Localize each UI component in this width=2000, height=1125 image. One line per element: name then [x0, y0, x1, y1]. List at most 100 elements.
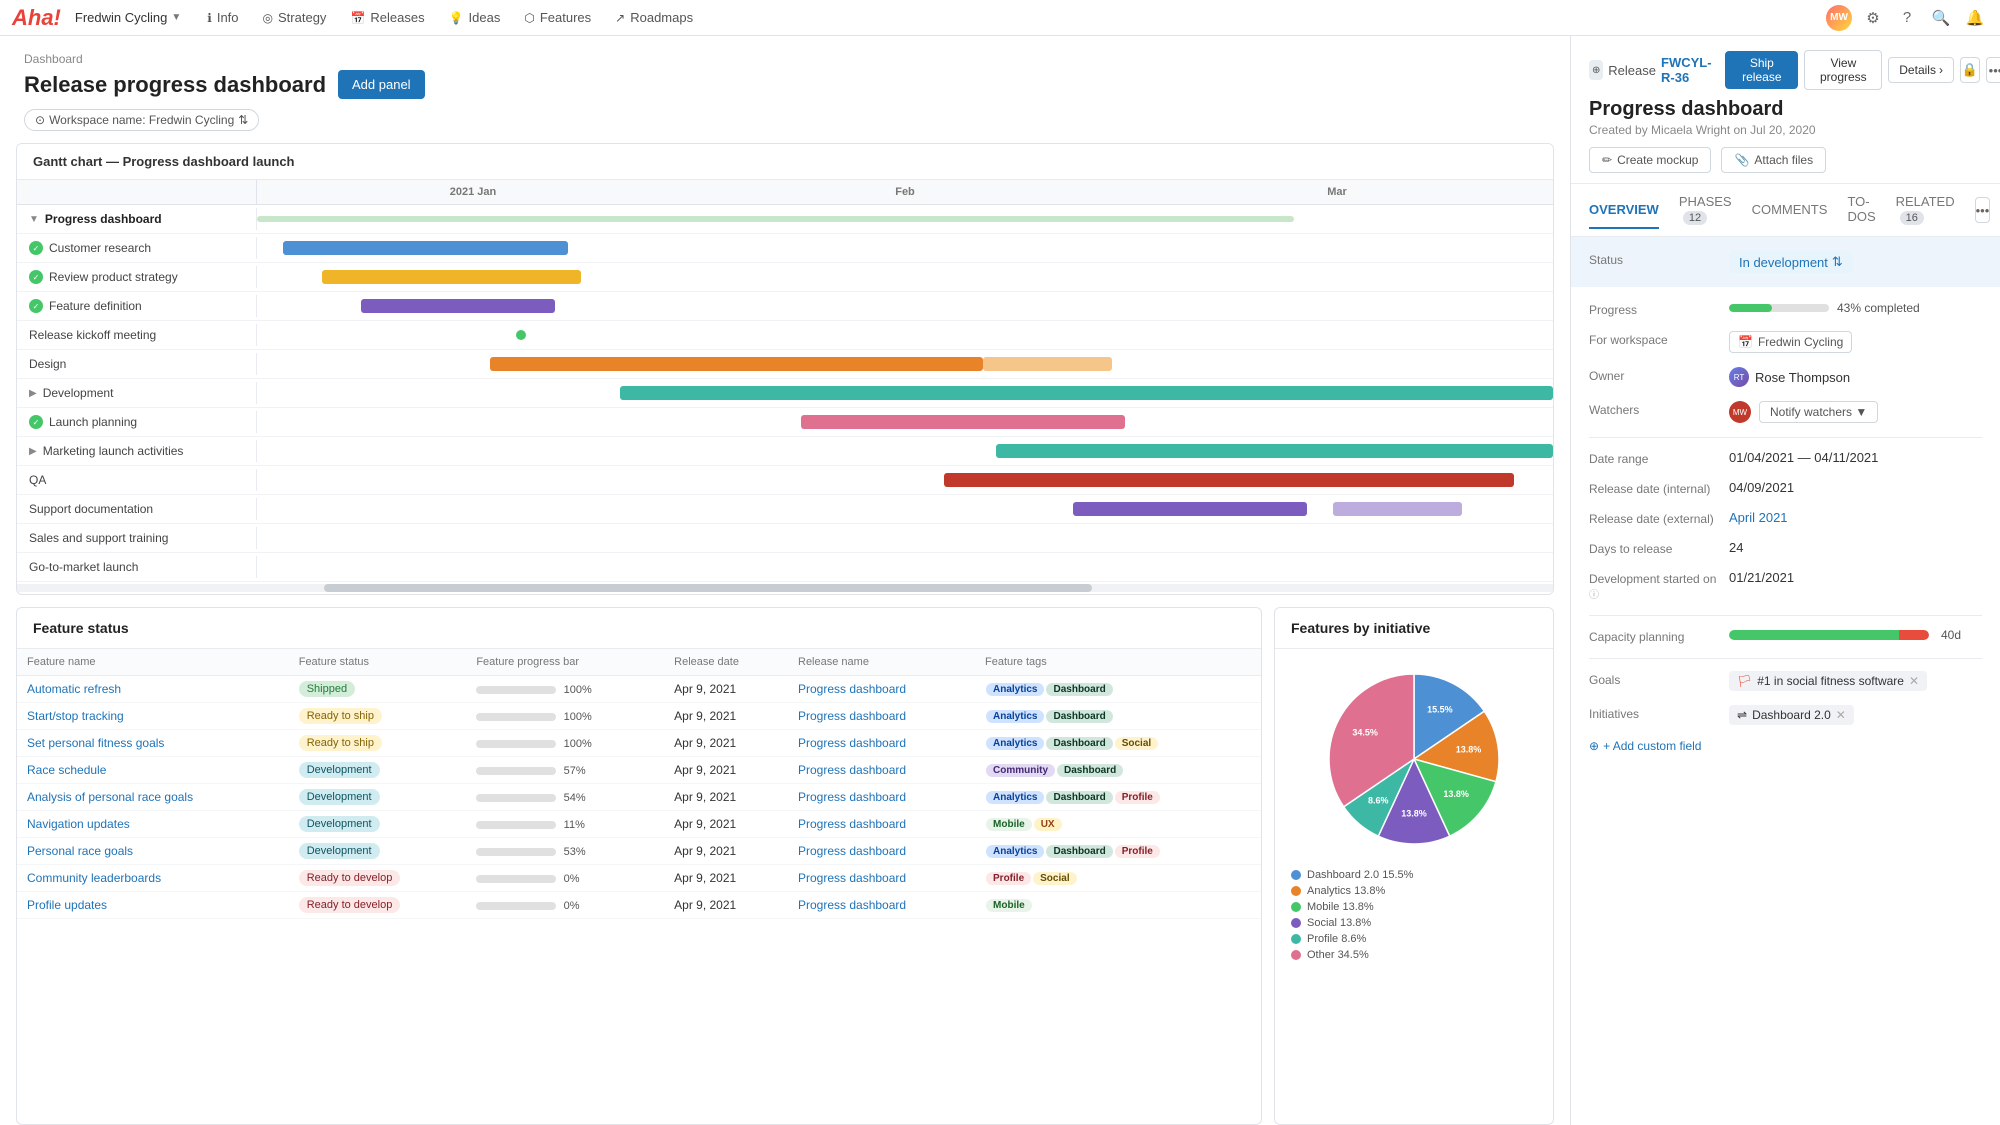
nav-item-info[interactable]: ℹ Info [195, 4, 250, 31]
tab-phases[interactable]: PHASES 12 [1679, 184, 1732, 236]
nav-item-roadmaps[interactable]: ↗ Roadmaps [603, 4, 705, 31]
release-name-link[interactable]: Progress dashboard [798, 709, 906, 723]
feature-name-link[interactable]: Community leaderboards [27, 871, 161, 885]
header-actions: Ship release View progress Details › 🔒 •… [1725, 50, 2000, 90]
release-name-link[interactable]: Progress dashboard [798, 844, 906, 858]
settings-icon[interactable]: ⚙ [1860, 5, 1886, 31]
feature-tag: Dashboard [1046, 791, 1112, 804]
feature-name-link[interactable]: Start/stop tracking [27, 709, 124, 723]
feature-name-link[interactable]: Profile updates [27, 898, 107, 912]
releases-icon: 📅 [350, 11, 365, 25]
help-icon[interactable]: ? [1894, 5, 1920, 31]
feature-tag: Dashboard [1046, 737, 1112, 750]
filter-chip-label: Workspace name: Fredwin Cycling [49, 113, 234, 127]
feature-name-link[interactable]: Personal race goals [27, 844, 133, 858]
release-id: FWCYL-R-36 [1661, 55, 1717, 85]
progress-bar-wrap [476, 794, 556, 802]
workspace-chip[interactable]: 📅 Fredwin Cycling [1729, 331, 1852, 353]
progress-label: Progress [1589, 301, 1729, 317]
gantt-scrollbar[interactable] [17, 584, 1553, 592]
release-name-link[interactable]: Progress dashboard [798, 736, 906, 750]
gantt-row-label: Design [17, 353, 257, 375]
gantt-bar-area [257, 437, 1553, 465]
more-tabs-icon[interactable]: ••• [1975, 197, 1991, 223]
gantt-month-mar: Mar [1121, 180, 1553, 204]
pie-label: 13.8% [1456, 744, 1482, 754]
gantt-bar-area [257, 524, 1553, 552]
user-avatar[interactable]: MW [1826, 5, 1852, 31]
feature-name-link[interactable]: Analysis of personal race goals [27, 790, 193, 804]
tab-overview[interactable]: OVERVIEW [1589, 192, 1659, 229]
view-progress-button[interactable]: View progress [1804, 50, 1882, 90]
gantt-bar [1073, 502, 1306, 516]
progress-row: Progress 43% completed [1589, 301, 1982, 317]
initiative-remove[interactable]: ✕ [1836, 708, 1846, 722]
attach-files-button[interactable]: 📎 Attach files [1721, 147, 1826, 173]
feature-name-link[interactable]: Race schedule [27, 763, 106, 777]
legend-label: Other 34.5% [1307, 949, 1369, 961]
release-name-link[interactable]: Progress dashboard [798, 871, 906, 885]
goal-tag[interactable]: 🏳 #1 in social fitness software ✕ [1729, 671, 1927, 691]
nav-item-releases[interactable]: 📅 Releases [338, 4, 436, 31]
tab-todos[interactable]: TO-DOS [1847, 184, 1875, 236]
tab-related[interactable]: RELATED 16 [1896, 184, 1955, 236]
feature-name-cell: Analysis of personal race goals [17, 784, 289, 811]
chevron-right-icon[interactable]: ▶ [29, 388, 37, 399]
release-name-link[interactable]: Progress dashboard [798, 898, 906, 912]
nav-item-strategy[interactable]: ◎ Strategy [251, 4, 339, 31]
nav-item-ideas[interactable]: 💡 Ideas [437, 4, 513, 31]
lock-icon[interactable]: 🔒 [1960, 57, 1980, 83]
ship-release-button[interactable]: Ship release [1725, 51, 1798, 89]
feature-name-link[interactable]: Navigation updates [27, 817, 130, 831]
release-meta: ⊕ Release FWCYL-R-36 Ship release View p… [1589, 50, 1982, 90]
feature-name-cell: Start/stop tracking [17, 703, 289, 730]
feature-name-link[interactable]: Automatic refresh [27, 682, 121, 696]
release-name-link[interactable]: Progress dashboard [798, 817, 906, 831]
notify-watchers-button[interactable]: Notify watchers ▼ [1759, 401, 1878, 423]
features-icon: ⬡ [524, 11, 534, 25]
status-badge: Ready to develop [299, 897, 401, 913]
feature-tag: Analytics [986, 710, 1044, 723]
release-name-link[interactable]: Progress dashboard [798, 790, 906, 804]
status-dropdown[interactable]: In development ⇅ [1729, 251, 1853, 273]
nav-item-features[interactable]: ⬡ Features [512, 4, 603, 31]
pie-label: 13.8% [1443, 789, 1469, 799]
tab-comments-label: COMMENTS [1752, 202, 1828, 217]
chevron-down-icon[interactable]: ▼ [29, 214, 39, 225]
release-name-link[interactable]: Progress dashboard [798, 682, 906, 696]
tab-comments[interactable]: COMMENTS [1752, 192, 1828, 229]
gantt-row-label: ✓ Launch planning [17, 411, 257, 433]
feature-name-cell: Set personal fitness goals [17, 730, 289, 757]
add-custom-field-button[interactable]: ⊕ + Add custom field [1589, 739, 1982, 753]
workspace-selector[interactable]: Fredwin Cycling ▼ [67, 6, 189, 29]
add-panel-button[interactable]: Add panel [338, 70, 425, 99]
gantt-bar-area [257, 350, 1553, 378]
nav-label-ideas: Ideas [469, 10, 501, 25]
tab-related-label: RELATED [1896, 194, 1955, 209]
gantt-row-text: Development [43, 386, 114, 400]
watchers-row: Watchers MW Notify watchers ▼ [1589, 401, 1982, 423]
release-name-cell: Progress dashboard [788, 757, 975, 784]
details-button[interactable]: Details › [1888, 57, 1954, 83]
search-icon[interactable]: 🔍 [1928, 5, 1954, 31]
gantt-row-label: Go-to-market launch [17, 556, 257, 578]
notifications-icon[interactable]: 🔔 [1962, 5, 1988, 31]
table-row: Community leaderboards Ready to develop … [17, 865, 1261, 892]
more-options-icon[interactable]: ••• [1986, 57, 2000, 83]
create-mockup-button[interactable]: ✏ Create mockup [1589, 147, 1711, 173]
status-badge: Shipped [299, 681, 355, 697]
feature-name-cell: Navigation updates [17, 811, 289, 838]
date-range-row: Date range 01/04/2021 — 04/11/2021 [1589, 450, 1982, 466]
feature-progress-cell: 54% [466, 784, 664, 811]
status-caret: ⇅ [1832, 254, 1843, 270]
release-name-link[interactable]: Progress dashboard [798, 763, 906, 777]
workspace-filter-chip[interactable]: ⊙ Workspace name: Fredwin Cycling ⇅ [24, 109, 259, 131]
breadcrumb: Dashboard [24, 52, 1546, 66]
goal-remove[interactable]: ✕ [1909, 674, 1919, 688]
col-feature-status: Feature status [289, 649, 467, 676]
initiative-tag[interactable]: ⇌ Dashboard 2.0 ✕ [1729, 705, 1854, 725]
feature-name-cell: Automatic refresh [17, 676, 289, 703]
feature-name-link[interactable]: Set personal fitness goals [27, 736, 164, 750]
chevron-right-icon[interactable]: ▶ [29, 446, 37, 457]
workspace-value: 📅 Fredwin Cycling [1729, 331, 1982, 353]
